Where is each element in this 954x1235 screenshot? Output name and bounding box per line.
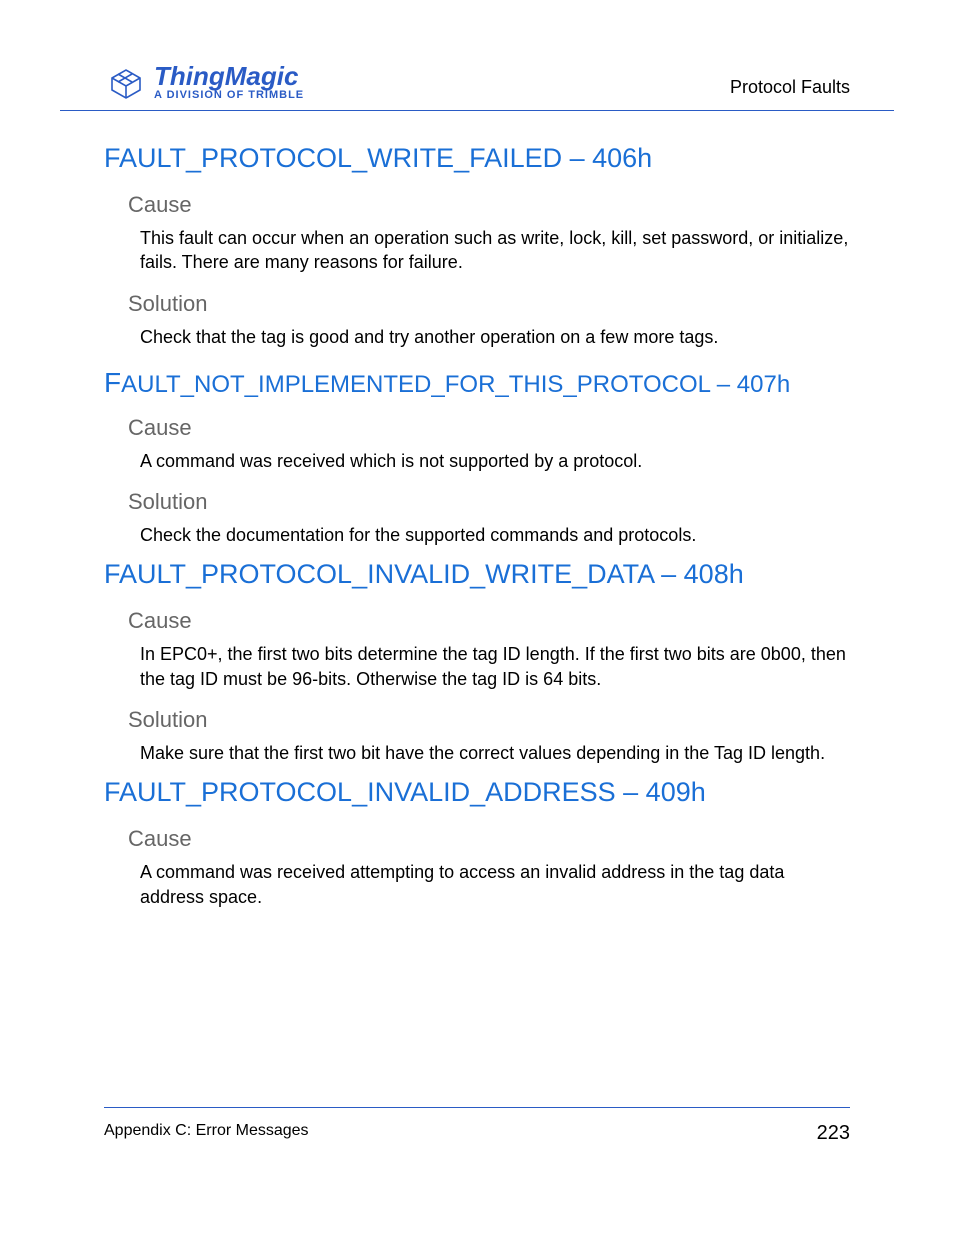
- body-text: A command was received attempting to acc…: [140, 860, 850, 909]
- fault-title-cap: F: [104, 367, 121, 398]
- page-footer: Appendix C: Error Messages 223: [104, 1107, 850, 1145]
- logo: ThingMagic A DIVISION OF TRIMBLE: [104, 60, 304, 104]
- page-number: 223: [817, 1122, 850, 1145]
- fault-title: FAULT_NOT_IMPLEMENTED_FOR_THIS_PROTOCOL …: [104, 367, 850, 399]
- body-text: Check the documentation for the supporte…: [140, 523, 850, 547]
- subsection-heading: Solution: [128, 489, 850, 515]
- document-page: ThingMagic A DIVISION OF TRIMBLE Protoco…: [0, 0, 954, 1235]
- footer-appendix: Appendix C: Error Messages: [104, 1122, 309, 1145]
- body-text: A command was received which is not supp…: [140, 449, 850, 473]
- page-content: FAULT_PROTOCOL_WRITE_FAILED – 406h Cause…: [60, 111, 894, 909]
- subsection-heading: Solution: [128, 291, 850, 317]
- body-text: Check that the tag is good and try anoth…: [140, 325, 850, 349]
- body-text: In EPC0+, the first two bits determine t…: [140, 642, 850, 691]
- header-section-title: Protocol Faults: [730, 77, 850, 104]
- fault-title: FAULT_PROTOCOL_INVALID_WRITE_DATA – 408h: [104, 559, 850, 590]
- fault-title: FAULT_PROTOCOL_WRITE_FAILED – 406h: [104, 143, 850, 174]
- subsection-heading: Cause: [128, 826, 850, 852]
- fault-title-rest: AULT_NOT_IMPLEMENTED_FOR_THIS_PROTOCOL –…: [121, 371, 790, 398]
- fault-title: FAULT_PROTOCOL_INVALID_ADDRESS – 409h: [104, 777, 850, 808]
- subsection-heading: Solution: [128, 707, 850, 733]
- logo-icon: [104, 60, 148, 104]
- subsection-heading: Cause: [128, 608, 850, 634]
- subsection-heading: Cause: [128, 192, 850, 218]
- page-header: ThingMagic A DIVISION OF TRIMBLE Protoco…: [60, 60, 894, 111]
- logo-text: ThingMagic A DIVISION OF TRIMBLE: [154, 63, 304, 102]
- subsection-heading: Cause: [128, 415, 850, 441]
- logo-brand: ThingMagic: [154, 63, 304, 90]
- body-text: This fault can occur when an operation s…: [140, 226, 850, 275]
- logo-tagline: A DIVISION OF TRIMBLE: [154, 90, 304, 102]
- body-text: Make sure that the first two bit have th…: [140, 741, 850, 765]
